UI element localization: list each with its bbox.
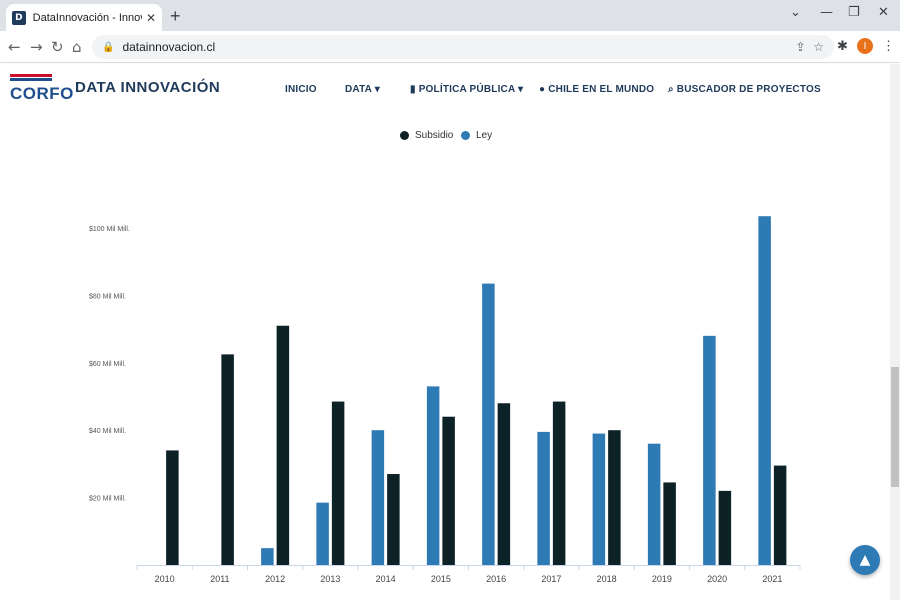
nav-buscador-de-proyectos[interactable]: ⌕ BUSCADOR DE PROYECTOS bbox=[668, 84, 821, 95]
legend-dot-subsidio bbox=[400, 131, 409, 140]
corfo-logo[interactable]: CORFO bbox=[10, 74, 73, 104]
lock-icon[interactable]: 🔒 bbox=[102, 42, 114, 53]
nav-inicio[interactable]: INICIO bbox=[285, 84, 317, 95]
url-text[interactable]: datainnovacion.cl bbox=[122, 40, 215, 54]
home-icon[interactable]: ⌂ bbox=[72, 38, 82, 56]
tab-search-icon[interactable]: ⌄ bbox=[790, 5, 801, 20]
extensions-icon[interactable]: ✱ bbox=[837, 39, 848, 54]
legend-label-ley: Ley bbox=[476, 130, 493, 141]
back-icon[interactable]: ← bbox=[8, 38, 21, 56]
nav-politica-publica[interactable]: ▮ POLÍTICA PÚBLICA ▾ bbox=[410, 84, 523, 95]
page-scrollbar[interactable] bbox=[890, 64, 900, 600]
browser-menu-icon[interactable]: ⋮ bbox=[882, 38, 895, 54]
new-tab-icon[interactable]: + bbox=[170, 6, 181, 27]
browser-tab[interactable]: D DataInnovación - InnovaChile Co ✕ bbox=[6, 4, 162, 31]
reload-icon[interactable]: ↻ bbox=[51, 38, 64, 56]
profile-avatar[interactable]: I bbox=[857, 38, 873, 54]
corfo-logo-text: CORFO bbox=[10, 84, 74, 103]
globe-icon: ● bbox=[539, 84, 546, 95]
tab-title: DataInnovación - InnovaChile Co bbox=[32, 11, 142, 24]
legend-item-subsidio[interactable]: Subsidio bbox=[400, 130, 453, 141]
site-header: CORFO DATA INNOVACIÓN INICIO DATA ▾ ▮ PO… bbox=[0, 64, 890, 112]
legend-dot-ley bbox=[461, 131, 470, 140]
restore-icon[interactable]: ❐ bbox=[848, 5, 860, 20]
legend-label-subsidio: Subsidio bbox=[415, 130, 454, 141]
forward-icon[interactable]: → bbox=[30, 38, 43, 56]
browser-toolbar: ← → ↻ ⌂ 🔒 datainnovacion.cl ⇪ ☆ ✱ I ⋮ bbox=[0, 31, 900, 63]
scrollbar-thumb[interactable] bbox=[891, 367, 899, 487]
page-content bbox=[0, 112, 890, 600]
share-icon[interactable]: ⇪ ☆ bbox=[796, 40, 824, 54]
address-bar[interactable]: 🔒 datainnovacion.cl ⇪ ☆ bbox=[92, 35, 834, 59]
brand-logo[interactable]: DATA INNOVACIÓN bbox=[75, 79, 220, 96]
legend-item-ley[interactable]: Ley bbox=[461, 130, 492, 141]
nav-politica-publica-label: POLÍTICA PÚBLICA ▾ bbox=[418, 84, 524, 95]
nav-buscador-label: BUSCADOR DE PROYECTOS bbox=[676, 84, 821, 95]
back-to-top-button[interactable]: ▲ bbox=[850, 545, 880, 575]
browser-tab-bar: D DataInnovación - InnovaChile Co ✕ + ⌄ … bbox=[0, 0, 900, 31]
search-icon: ⌕ bbox=[668, 84, 674, 95]
site-favicon-icon: D bbox=[12, 10, 26, 25]
chevron-up-icon: ▲ bbox=[859, 552, 871, 568]
nav-data[interactable]: DATA ▾ bbox=[345, 84, 380, 95]
nav-chile-en-el-mundo-label: CHILE EN EL MUNDO bbox=[548, 84, 655, 95]
close-window-icon[interactable]: ✕ bbox=[878, 5, 889, 20]
bookmark-icon: ▮ bbox=[410, 84, 416, 95]
nav-chile-en-el-mundo[interactable]: ● CHILE EN EL MUNDO bbox=[539, 84, 654, 95]
minimize-icon[interactable]: — bbox=[820, 5, 833, 20]
tab-close-icon[interactable]: ✕ bbox=[146, 11, 156, 25]
